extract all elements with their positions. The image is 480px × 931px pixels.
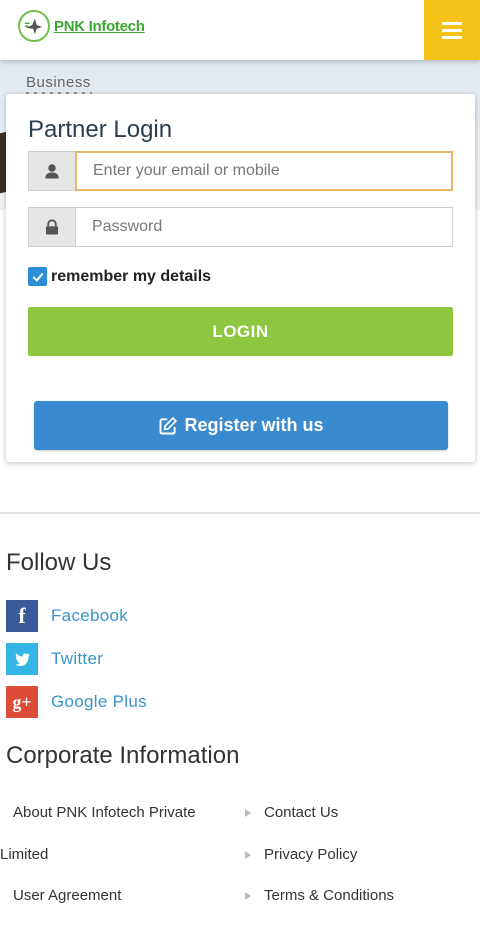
social-label: Facebook xyxy=(51,606,129,625)
password-input[interactable] xyxy=(75,207,453,247)
header: PNK Infotech xyxy=(0,0,480,60)
remember-label: remember my details xyxy=(51,267,212,285)
footer-link-about-continued[interactable]: Limited xyxy=(0,846,48,863)
lock-icon xyxy=(28,207,75,247)
register-label: Register with us xyxy=(184,415,324,435)
google-plus-icon: g+ xyxy=(6,686,38,718)
footer-link-terms[interactable]: Terms & Conditions xyxy=(245,887,394,904)
logo-mark-icon xyxy=(18,10,50,42)
password-field-group xyxy=(28,207,453,247)
partner-login-card: Partner Login remember my details LOGIN … xyxy=(6,94,475,462)
logo-text: PNK Infotech xyxy=(54,17,145,35)
user-icon xyxy=(28,151,75,191)
facebook-icon: f xyxy=(6,600,38,632)
page-title: Partner Login xyxy=(28,116,173,143)
hamburger-menu-icon xyxy=(442,21,462,25)
footer-link-user-agreement[interactable]: User Agreement xyxy=(0,887,121,904)
social-link-twitter[interactable]: Twitter xyxy=(6,643,103,675)
follow-us-heading: Follow Us xyxy=(6,549,112,576)
social-label: Google Plus xyxy=(51,692,147,711)
footer-link-about[interactable]: About PNK Infotech Private xyxy=(0,804,196,821)
logo[interactable]: PNK Infotech xyxy=(18,10,145,42)
social-link-google-plus[interactable]: g+ Google Plus xyxy=(6,686,147,718)
footer-link-contact[interactable]: Contact Us xyxy=(245,804,338,821)
email-field-group xyxy=(28,151,453,191)
edit-icon xyxy=(160,416,178,434)
hamburger-menu-button[interactable] xyxy=(424,0,480,60)
divider xyxy=(0,512,480,514)
bullet-arrow-icon xyxy=(245,808,251,817)
corporate-info-heading: Corporate Information xyxy=(6,742,240,769)
remember-checkbox[interactable] xyxy=(28,267,47,286)
register-button[interactable]: Register with us xyxy=(34,401,448,450)
social-link-facebook[interactable]: f Facebook xyxy=(6,600,128,632)
social-label: Twitter xyxy=(51,649,104,668)
login-button[interactable]: LOGIN xyxy=(28,307,453,356)
bullet-arrow-icon xyxy=(245,891,251,900)
bullet-arrow-icon xyxy=(245,850,251,859)
banner-text: Business xyxy=(26,74,91,91)
footer-link-privacy[interactable]: Privacy Policy xyxy=(245,846,357,863)
email-input[interactable] xyxy=(75,151,453,191)
twitter-icon xyxy=(6,643,38,675)
remember-me[interactable]: remember my details xyxy=(28,267,211,286)
checkmark-icon xyxy=(32,272,43,282)
